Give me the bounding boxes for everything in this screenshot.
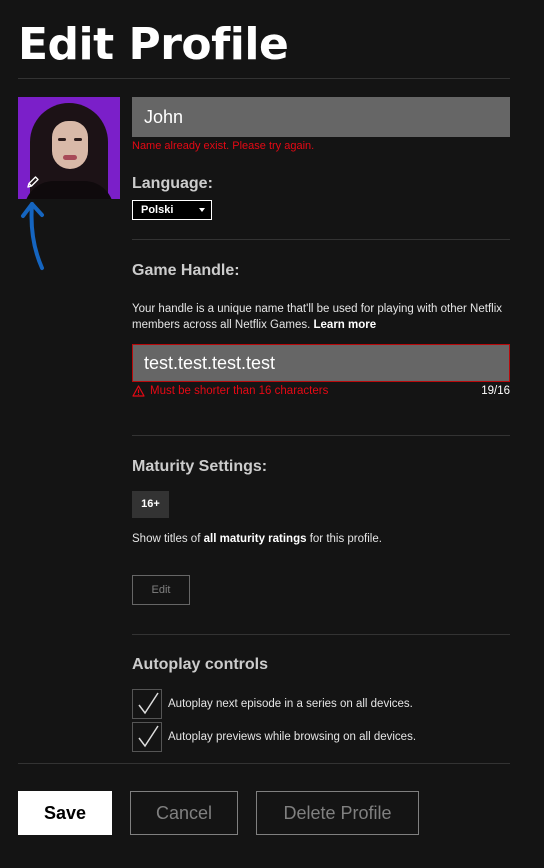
autoplay-next-episode-row[interactable]: Autoplay next episode in a series on all… [132,689,413,719]
footer-divider [18,763,510,764]
maturity-description: Show titles of all maturity ratings for … [132,533,382,545]
cancel-button[interactable]: Cancel [130,791,238,835]
warning-triangle-icon [132,385,145,397]
delete-profile-button[interactable]: Delete Profile [256,791,419,835]
learn-more-link[interactable]: Learn more [314,319,377,331]
annotation-arrow-icon [21,202,44,270]
autoplay-previews-row[interactable]: Autoplay previews while browsing on all … [132,722,416,752]
language-select-value: Polski [141,204,174,216]
game-handle-error: Must be shorter than 16 characters [132,385,328,397]
game-handle-error-text: Must be shorter than 16 characters [150,385,329,397]
game-handle-char-count: 19/16 [481,385,510,397]
language-label: Language: [132,175,213,192]
autoplay-previews-label: Autoplay previews while browsing on all … [168,731,417,743]
title-divider [18,78,510,79]
checkmark-icon [138,692,159,715]
pencil-icon[interactable] [24,174,42,192]
section-divider [132,239,510,240]
name-error-message: Name already exist. Please try again. [132,140,315,152]
autoplay-next-episode-checkbox[interactable] [132,689,162,719]
autoplay-next-episode-label: Autoplay next episode in a series on all… [168,698,413,710]
caret-down-icon [199,208,205,212]
maturity-settings-label: Maturity Settings: [132,458,268,475]
section-divider [132,634,510,635]
checkmark-icon [138,725,159,748]
autoplay-controls-label: Autoplay controls [132,656,269,673]
maturity-edit-button[interactable]: Edit [132,575,190,605]
language-select[interactable]: Polski [132,200,212,220]
game-handle-description: Your handle is a unique name that'll be … [132,303,502,331]
game-handle-label: Game Handle: [132,262,240,279]
game-handle-input[interactable]: test.test.test.test [132,344,510,382]
autoplay-previews-checkbox[interactable] [132,722,162,752]
maturity-rating-badge: 16+ [132,491,169,518]
page-title: Edit Profile [18,19,289,70]
save-button[interactable]: Save [18,791,112,835]
section-divider [132,435,510,436]
profile-name-input[interactable]: John [132,97,510,137]
